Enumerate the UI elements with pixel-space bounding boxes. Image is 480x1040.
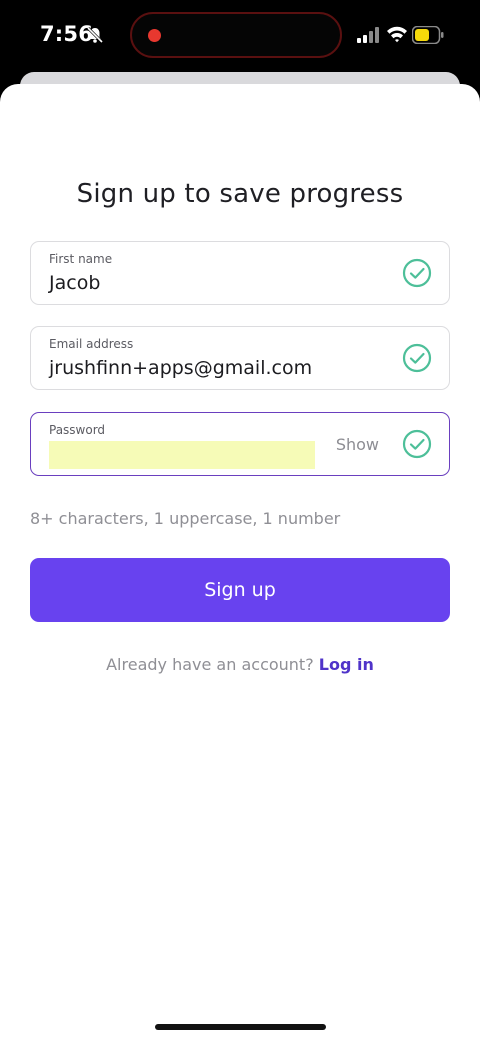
home-indicator[interactable] bbox=[155, 1024, 326, 1030]
first-name-field[interactable]: First name Jacob bbox=[30, 241, 450, 305]
battery-icon bbox=[412, 26, 444, 44]
first-name-value: Jacob bbox=[49, 272, 101, 294]
page-title: Sign up to save progress bbox=[76, 179, 404, 209]
bell-slash-icon bbox=[86, 26, 104, 44]
email-field[interactable]: Email address jrushfinn+apps@gmail.com bbox=[30, 326, 450, 390]
dynamic-island bbox=[130, 12, 342, 58]
signup-sheet: Sign up to save progress First name Jaco… bbox=[0, 84, 480, 1040]
email-label: Email address bbox=[49, 337, 134, 351]
status-bar: 7:56 bbox=[0, 0, 480, 72]
check-circle-icon bbox=[402, 429, 432, 459]
recording-indicator-icon bbox=[148, 29, 161, 42]
sign-up-button[interactable]: Sign up bbox=[30, 558, 450, 622]
check-circle-icon bbox=[402, 258, 432, 288]
password-label: Password bbox=[49, 423, 106, 437]
password-autofill-highlight[interactable] bbox=[49, 441, 315, 469]
screen: 7:56 Sign up to save progress First name… bbox=[0, 0, 480, 1040]
log-in-link[interactable]: Log in bbox=[319, 655, 374, 674]
show-password-toggle[interactable]: Show bbox=[336, 435, 379, 454]
password-requirements-hint: 8+ characters, 1 uppercase, 1 number bbox=[30, 509, 341, 528]
login-prompt-text: Already have an account? bbox=[106, 655, 319, 674]
first-name-label: First name bbox=[49, 252, 113, 266]
signal-icon bbox=[357, 27, 379, 43]
login-prompt-row: Already have an account? Log in bbox=[0, 655, 480, 674]
check-circle-icon bbox=[402, 343, 432, 373]
wifi-icon bbox=[387, 26, 407, 43]
email-value: jrushfinn+apps@gmail.com bbox=[49, 357, 313, 379]
password-field[interactable]: Password Show bbox=[30, 412, 450, 476]
